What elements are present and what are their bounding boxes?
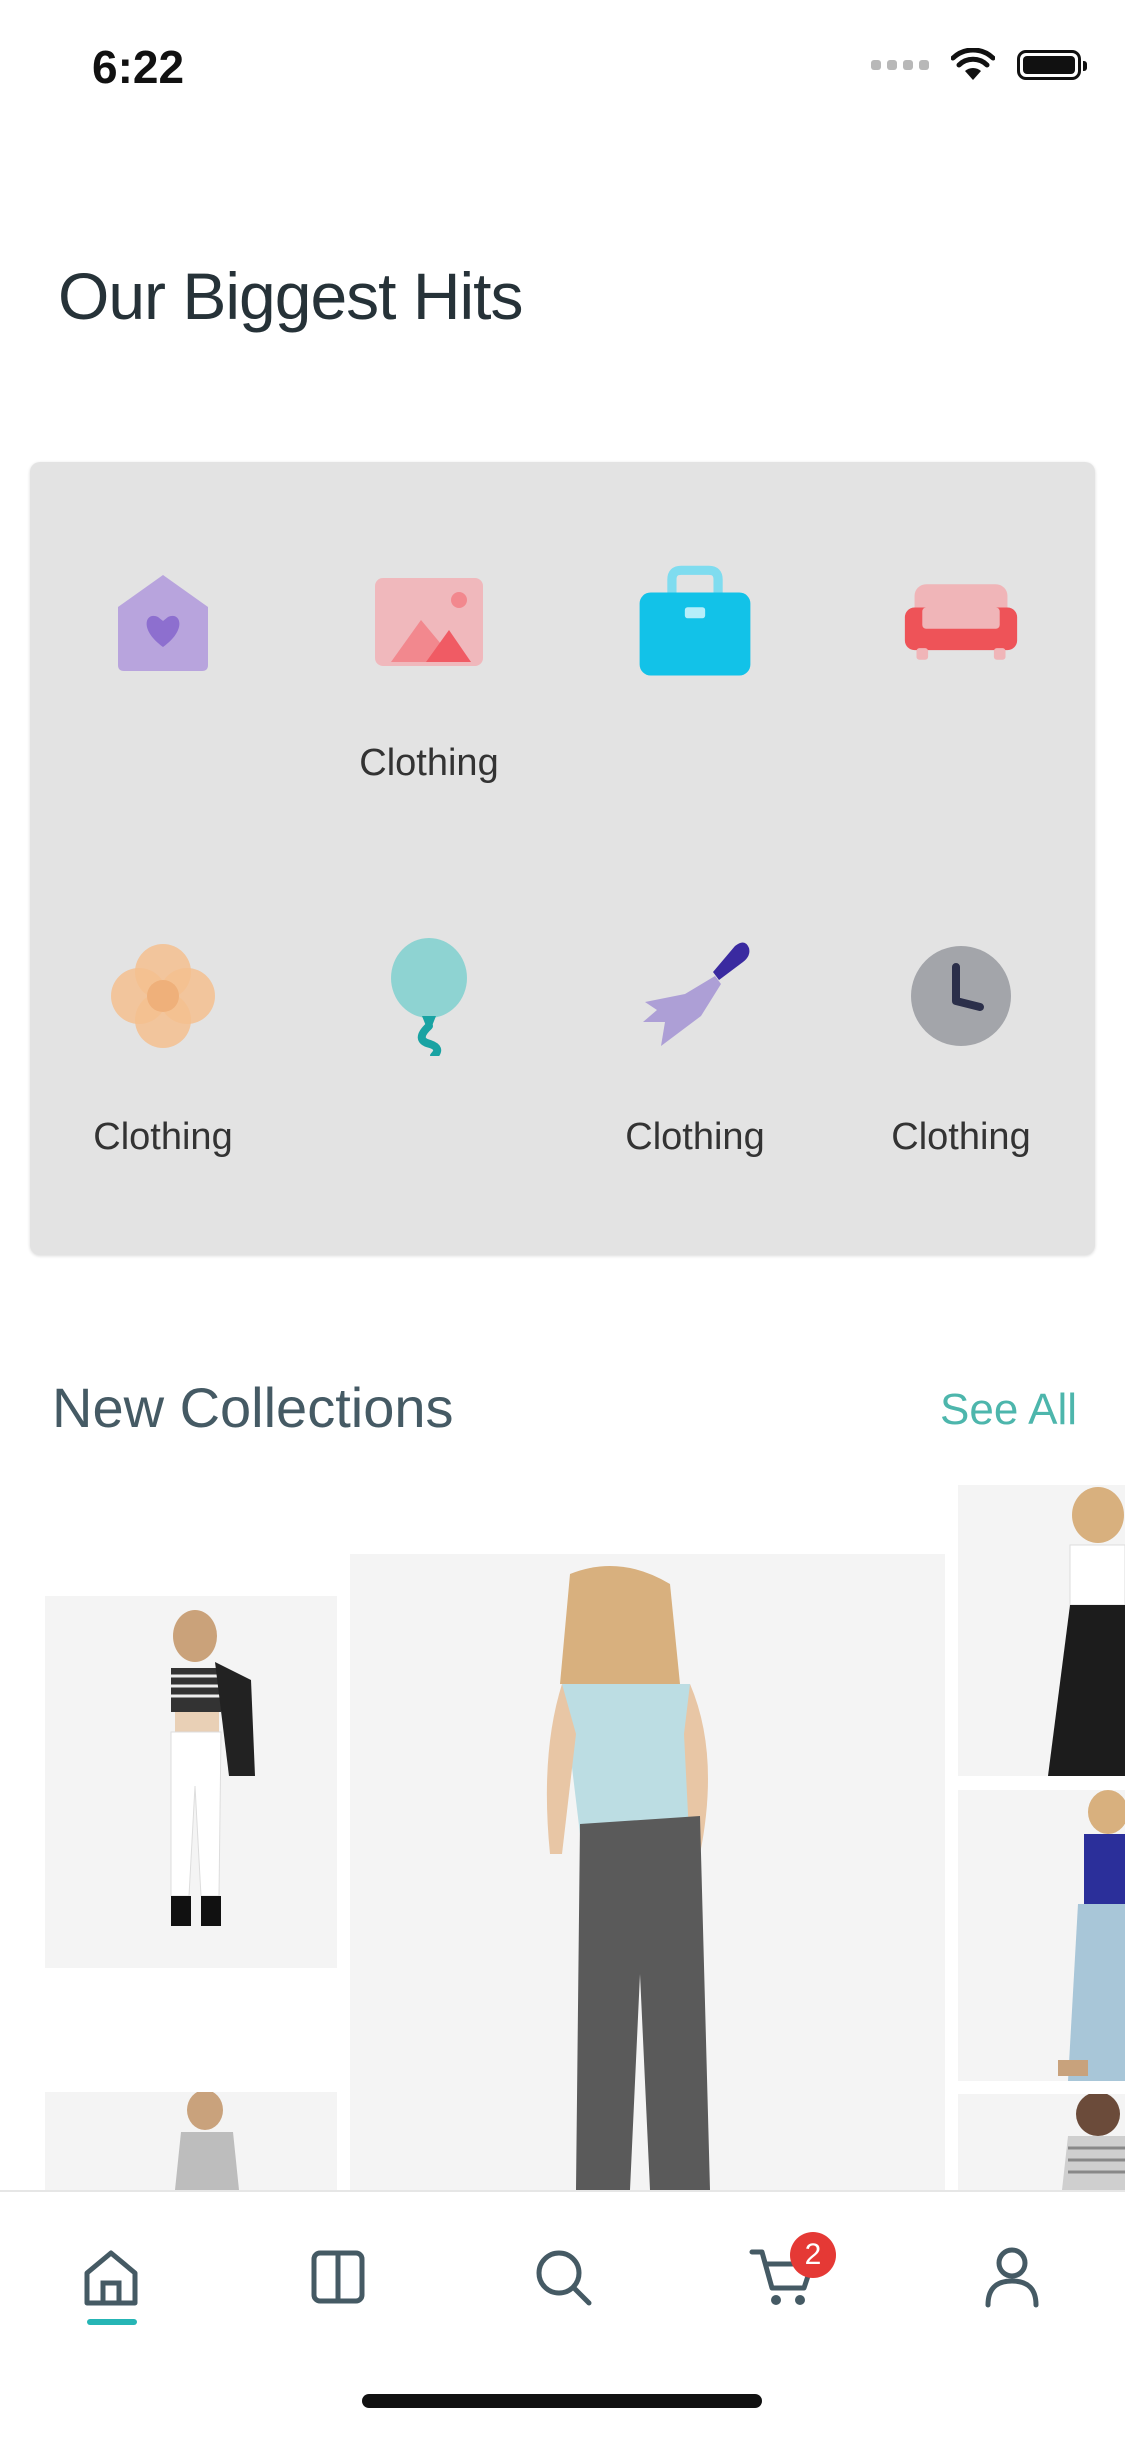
product-image[interactable] xyxy=(45,1596,337,1968)
page-title: Our Biggest Hits xyxy=(58,259,523,333)
product-image[interactable] xyxy=(45,2092,337,2190)
status-time: 6:22 xyxy=(92,41,185,93)
tab-home[interactable] xyxy=(66,2232,156,2322)
cart-badge: 2 xyxy=(790,2232,836,2278)
category-label xyxy=(30,742,296,788)
see-all-link[interactable]: See All xyxy=(940,1385,1077,1435)
shopping-bag-icon xyxy=(635,562,755,682)
category-label: Clothing xyxy=(359,742,499,784)
category-item[interactable]: Clothing xyxy=(562,936,828,1162)
category-label: Clothing xyxy=(891,1116,1031,1158)
category-label xyxy=(828,742,1094,788)
category-item[interactable]: Clothing xyxy=(828,936,1094,1162)
signal-icon xyxy=(871,60,929,70)
product-image[interactable] xyxy=(350,1554,945,2190)
category-item[interactable] xyxy=(828,562,1094,788)
wifi-icon xyxy=(951,48,995,80)
category-label: Clothing xyxy=(93,1116,233,1158)
active-tab-indicator xyxy=(87,2319,137,2325)
home-icon xyxy=(84,2250,138,2306)
balloon-icon xyxy=(369,936,489,1056)
tab-profile[interactable] xyxy=(967,2232,1057,2322)
product-image[interactable] xyxy=(958,1485,1125,1776)
flower-icon xyxy=(103,936,223,1056)
clock-icon xyxy=(901,936,1021,1056)
section-title: New Collections xyxy=(52,1376,454,1439)
home-indicator xyxy=(362,2394,762,2408)
product-image[interactable] xyxy=(958,2094,1125,2190)
tab-search[interactable] xyxy=(518,2232,608,2322)
envelope-heart-icon xyxy=(103,562,223,682)
category-panel: Clothing Clothing Clothing Clothing xyxy=(30,462,1095,1255)
tab-catalog[interactable] xyxy=(293,2232,383,2322)
image-icon xyxy=(369,562,489,682)
category-label: Clothing xyxy=(625,1116,765,1158)
catalog-icon xyxy=(311,2250,365,2304)
category-item[interactable] xyxy=(562,562,828,788)
brush-icon xyxy=(635,936,755,1056)
category-item[interactable]: Clothing xyxy=(30,936,296,1162)
product-image[interactable] xyxy=(958,1790,1125,2081)
search-icon xyxy=(536,2250,592,2306)
sofa-icon xyxy=(901,562,1021,682)
status-icons xyxy=(871,48,1087,82)
tab-cart[interactable]: 2 xyxy=(738,2232,836,2322)
battery-icon xyxy=(1017,50,1087,80)
profile-icon xyxy=(985,2247,1039,2308)
category-item[interactable]: Clothing xyxy=(296,562,562,788)
category-item[interactable] xyxy=(296,936,562,1162)
category-label xyxy=(296,1116,562,1162)
category-item[interactable] xyxy=(30,562,296,788)
category-label xyxy=(562,742,828,788)
